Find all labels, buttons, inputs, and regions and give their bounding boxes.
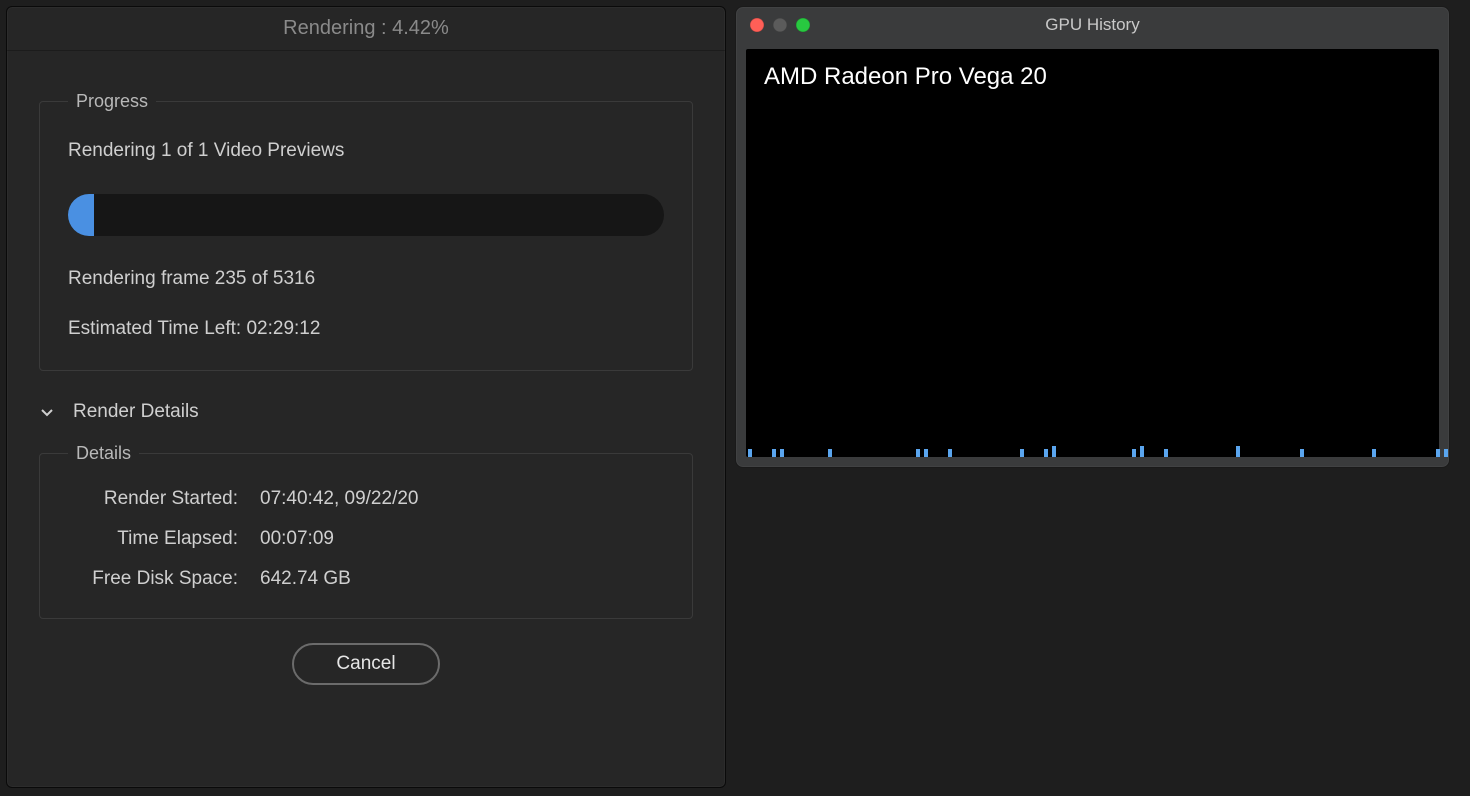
detail-value: 642.74 GB: [260, 568, 351, 590]
cancel-button[interactable]: Cancel: [292, 643, 439, 685]
progress-bar-fill: [68, 194, 94, 236]
gpu-usage-bar: [828, 449, 832, 457]
detail-row-time-elapsed: Time Elapsed: 00:07:09: [68, 528, 664, 550]
rendering-dialog: Rendering : 4.42% Progress Rendering 1 o…: [6, 6, 726, 788]
details-legend: Details: [68, 443, 139, 464]
detail-label: Render Started:: [68, 488, 238, 510]
window-close-button[interactable]: [750, 18, 764, 32]
gpu-history-window: GPU History AMD Radeon Pro Vega 20: [735, 6, 1450, 468]
detail-row-render-started: Render Started: 07:40:42, 09/22/20: [68, 488, 664, 510]
gpu-usage-bar: [1140, 446, 1144, 457]
window-zoom-button[interactable]: [796, 18, 810, 32]
dialog-titlebar[interactable]: Rendering : 4.42%: [7, 7, 725, 51]
gpu-usage-bar: [948, 449, 952, 457]
progress-frame-text: Rendering frame 235 of 5316: [68, 268, 664, 290]
gpu-usage-bar: [1236, 446, 1240, 457]
details-group: Details Render Started: 07:40:42, 09/22/…: [39, 443, 693, 619]
gpu-usage-bar: [1444, 449, 1448, 457]
detail-value: 00:07:09: [260, 528, 334, 550]
gpu-usage-bar: [748, 449, 752, 457]
gpu-usage-bar: [1132, 449, 1136, 457]
progress-legend: Progress: [68, 91, 156, 112]
chevron-down-icon: [39, 404, 55, 420]
gpu-usage-bar: [1020, 449, 1024, 457]
progress-bar: [68, 194, 664, 236]
progress-group: Progress Rendering 1 of 1 Video Previews…: [39, 91, 693, 371]
gpu-window-title: GPU History: [1045, 15, 1139, 35]
gpu-usage-bar: [772, 449, 776, 457]
gpu-usage-bar: [916, 449, 920, 457]
dialog-button-row: Cancel: [7, 643, 725, 685]
detail-value: 07:40:42, 09/22/20: [260, 488, 418, 510]
progress-task-text: Rendering 1 of 1 Video Previews: [68, 140, 664, 162]
detail-row-free-disk-space: Free Disk Space: 642.74 GB: [68, 568, 664, 590]
gpu-usage-bar: [780, 449, 784, 457]
dialog-title: Rendering : 4.42%: [283, 17, 449, 40]
gpu-usage-bar: [924, 449, 928, 457]
progress-eta-text: Estimated Time Left: 02:29:12: [68, 318, 664, 340]
gpu-window-titlebar[interactable]: GPU History: [736, 7, 1449, 43]
gpu-usage-bar: [1164, 449, 1168, 457]
gpu-usage-bar: [1436, 449, 1440, 457]
window-minimize-button[interactable]: [773, 18, 787, 32]
window-traffic-lights: [750, 18, 810, 32]
gpu-history-body: AMD Radeon Pro Vega 20: [746, 49, 1439, 457]
render-details-disclosure[interactable]: Render Details: [39, 401, 725, 423]
gpu-usage-bar: [1044, 449, 1048, 457]
gpu-usage-bar: [1052, 446, 1056, 457]
gpu-usage-bar: [1300, 449, 1304, 457]
render-details-label: Render Details: [73, 401, 199, 423]
gpu-usage-graph: [746, 49, 1439, 457]
gpu-usage-bar: [1372, 449, 1376, 457]
detail-label: Free Disk Space:: [68, 568, 238, 590]
detail-label: Time Elapsed:: [68, 528, 238, 550]
